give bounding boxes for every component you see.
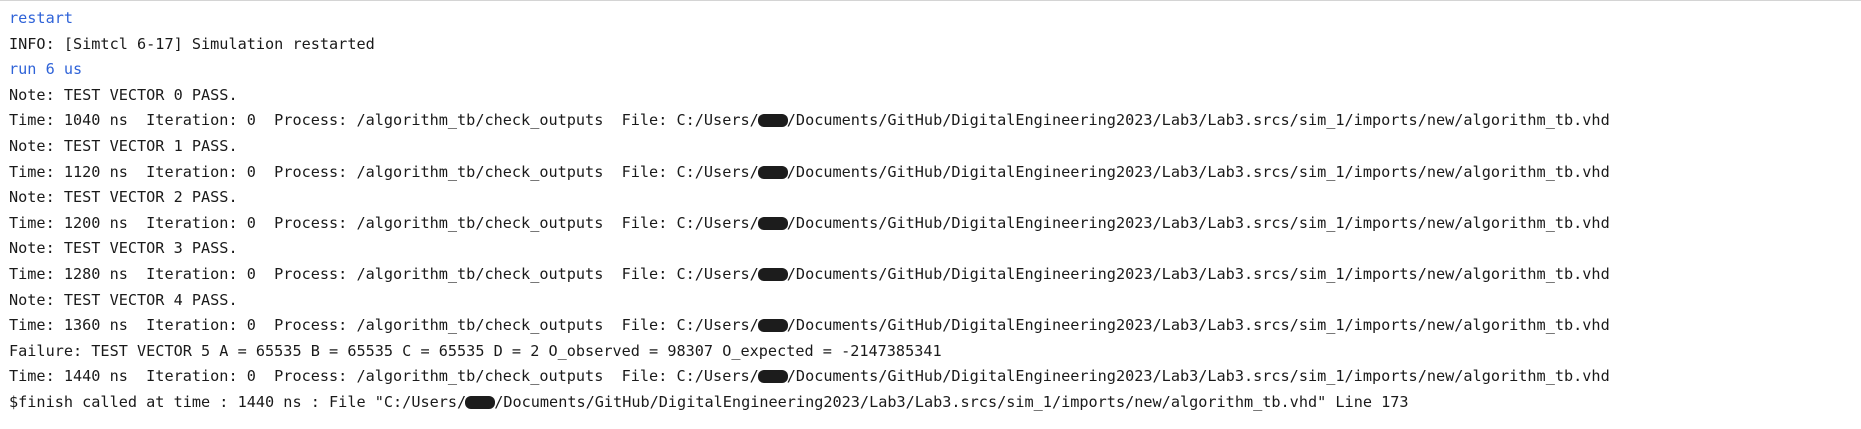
tcl-console-output[interactable]: restart INFO: [Simtcl 6-17] Simulation r…	[0, 0, 1861, 429]
console-note-line: Note: TEST VECTOR 3 PASS.	[9, 239, 238, 258]
redacted-username	[465, 395, 496, 409]
console-time-line: Time: 1440 ns Iteration: 0 Process: /alg…	[9, 364, 1861, 390]
console-text: /Documents/GitHub/DigitalEngineering2023…	[786, 111, 1610, 130]
console-text: Time: 1280 ns Iteration: 0 Process: /alg…	[9, 264, 759, 283]
console-failure-line: Failure: TEST VECTOR 5 A = 65535 B = 655…	[9, 341, 942, 360]
console-text: /Documents/GitHub/DigitalEngineering2023…	[786, 367, 1610, 386]
console-info-line: INFO: [Simtcl 6-17] Simulation restarted	[9, 34, 375, 53]
console-note-line: Note: TEST VECTOR 0 PASS.	[9, 85, 238, 104]
console-text: /Documents/GitHub/DigitalEngineering2023…	[786, 213, 1610, 232]
console-text: /Documents/GitHub/DigitalEngineering2023…	[494, 392, 1409, 411]
redacted-username	[757, 267, 788, 281]
redacted-username	[757, 216, 788, 230]
console-text: /Documents/GitHub/DigitalEngineering2023…	[786, 264, 1610, 283]
console-note-line: Note: TEST VECTOR 4 PASS.	[9, 290, 238, 309]
console-time-line: Time: 1200 ns Iteration: 0 Process: /alg…	[9, 211, 1861, 237]
console-command-line: restart	[9, 9, 74, 27]
console-text: Time: 1360 ns Iteration: 0 Process: /alg…	[9, 316, 759, 335]
console-time-line: Time: 1360 ns Iteration: 0 Process: /alg…	[9, 313, 1861, 339]
console-finish-line: $finish called at time : 1440 ns : File …	[9, 390, 1861, 416]
console-text: /Documents/GitHub/DigitalEngineering2023…	[786, 162, 1610, 181]
console-time-line: Time: 1120 ns Iteration: 0 Process: /alg…	[9, 160, 1861, 186]
console-time-line: Time: 1040 ns Iteration: 0 Process: /alg…	[9, 108, 1861, 134]
console-text: Time: 1200 ns Iteration: 0 Process: /alg…	[9, 213, 759, 232]
console-text: Time: 1440 ns Iteration: 0 Process: /alg…	[9, 367, 759, 386]
console-note-line: Note: TEST VECTOR 1 PASS.	[9, 136, 238, 155]
console-text: $finish called at time : 1440 ns : File …	[9, 392, 467, 411]
console-note-line: Note: TEST VECTOR 2 PASS.	[9, 188, 238, 207]
console-text: Time: 1120 ns Iteration: 0 Process: /alg…	[9, 162, 759, 181]
redacted-username	[757, 165, 788, 179]
redacted-username	[757, 319, 788, 333]
redacted-username	[757, 370, 788, 384]
console-time-line: Time: 1280 ns Iteration: 0 Process: /alg…	[9, 262, 1861, 288]
console-text: /Documents/GitHub/DigitalEngineering2023…	[786, 316, 1610, 335]
redacted-username	[757, 114, 788, 128]
console-text: Time: 1040 ns Iteration: 0 Process: /alg…	[9, 111, 759, 130]
console-command-line: run 6 us	[9, 60, 83, 79]
